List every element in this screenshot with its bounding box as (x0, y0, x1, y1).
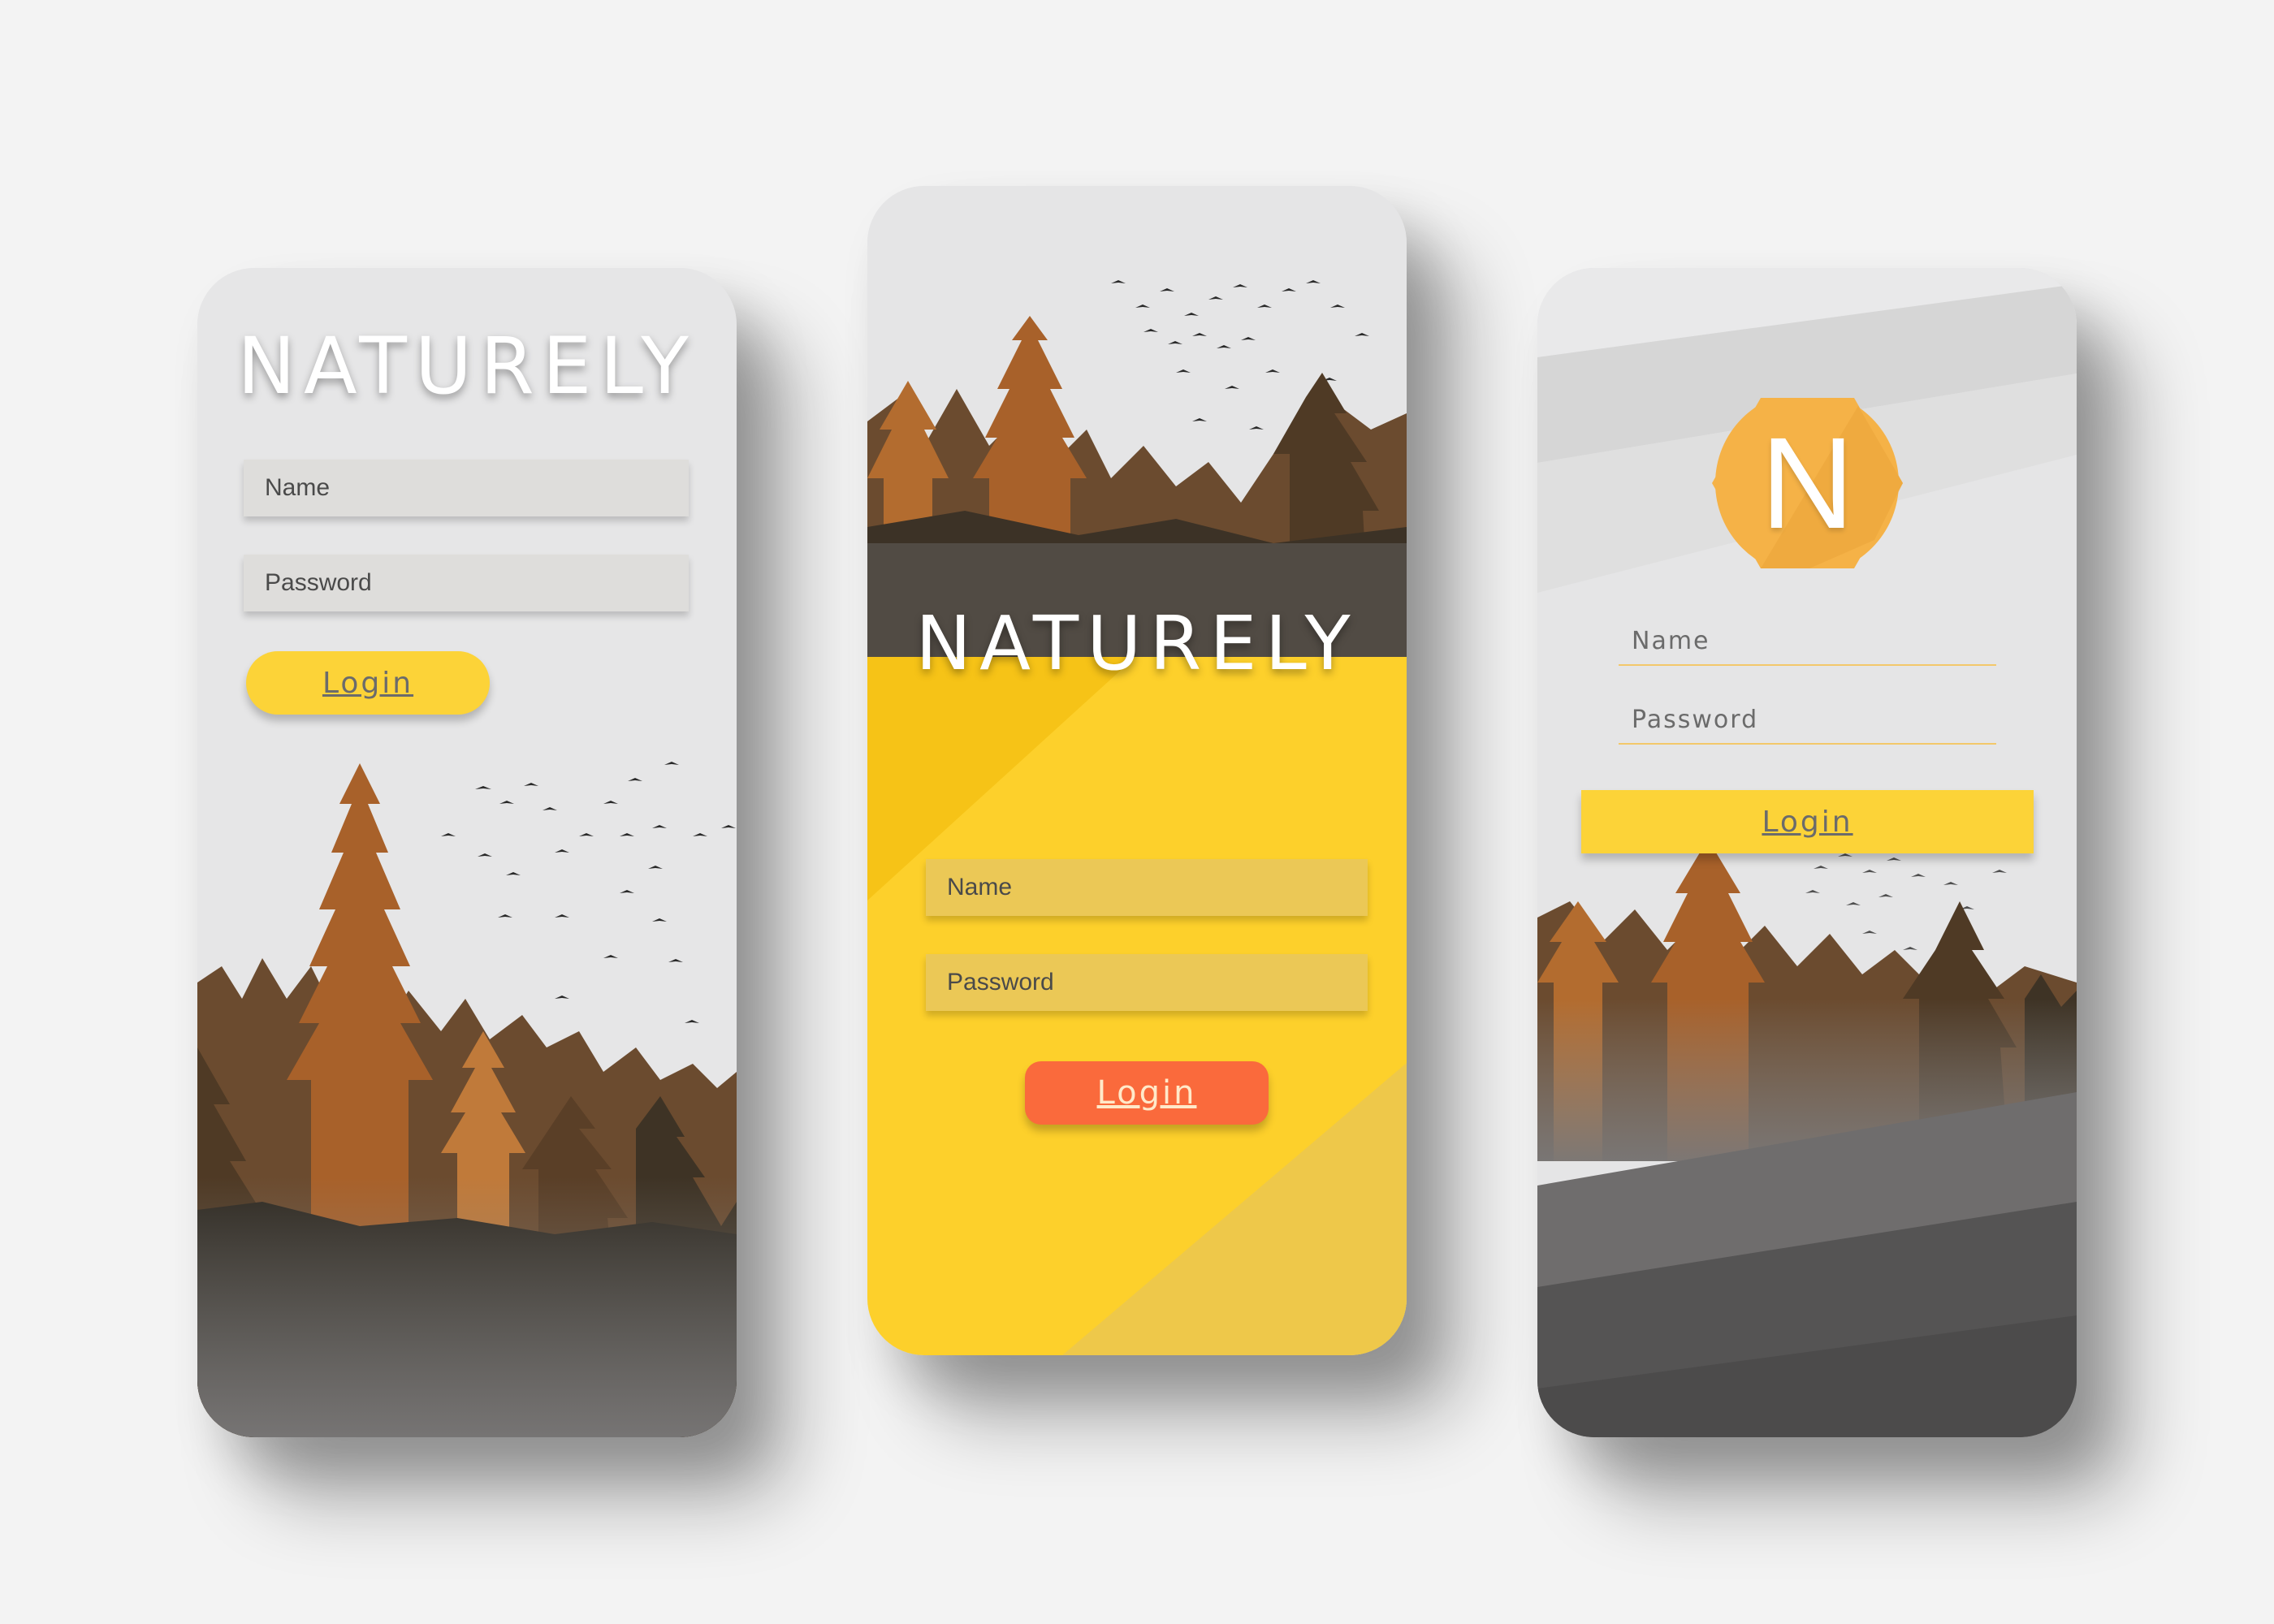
login-button[interactable]: Login (1025, 1061, 1269, 1125)
name-placeholder: Name (947, 874, 1013, 901)
password-placeholder: Password (947, 969, 1054, 996)
name-placeholder: Name (265, 474, 331, 501)
name-field[interactable]: Name (926, 859, 1368, 916)
password-field[interactable]: Password (926, 954, 1368, 1011)
name-field[interactable]: Name (244, 460, 689, 516)
login-screen-3: N Name Password Login (1537, 268, 2077, 1437)
forest-background (197, 268, 737, 1437)
login-screen-1: NATURELY Name Password Login (197, 268, 737, 1437)
password-placeholder: Password (1632, 705, 1759, 734)
brand-title: NATURELY (237, 321, 697, 412)
login-button-label: Login (1762, 805, 1853, 839)
login-button[interactable]: Login (1581, 790, 2034, 853)
login-button-label: Login (1096, 1074, 1197, 1112)
login-button-label: Login (322, 666, 414, 700)
forest-yellow-background (867, 186, 1407, 1355)
login-screen-2: NATURELY Name Password Login (867, 186, 1407, 1355)
app-logo: N (1712, 391, 1903, 575)
name-placeholder: Name (1632, 626, 1710, 655)
password-field[interactable]: Password (244, 555, 689, 611)
name-field[interactable]: Name (1619, 617, 1996, 666)
logo-letter: N (1760, 410, 1855, 555)
login-button[interactable]: Login (246, 651, 490, 715)
password-field[interactable]: Password (1619, 696, 1996, 745)
brand-title: NATURELY (915, 600, 1359, 687)
password-placeholder: Password (265, 569, 372, 596)
